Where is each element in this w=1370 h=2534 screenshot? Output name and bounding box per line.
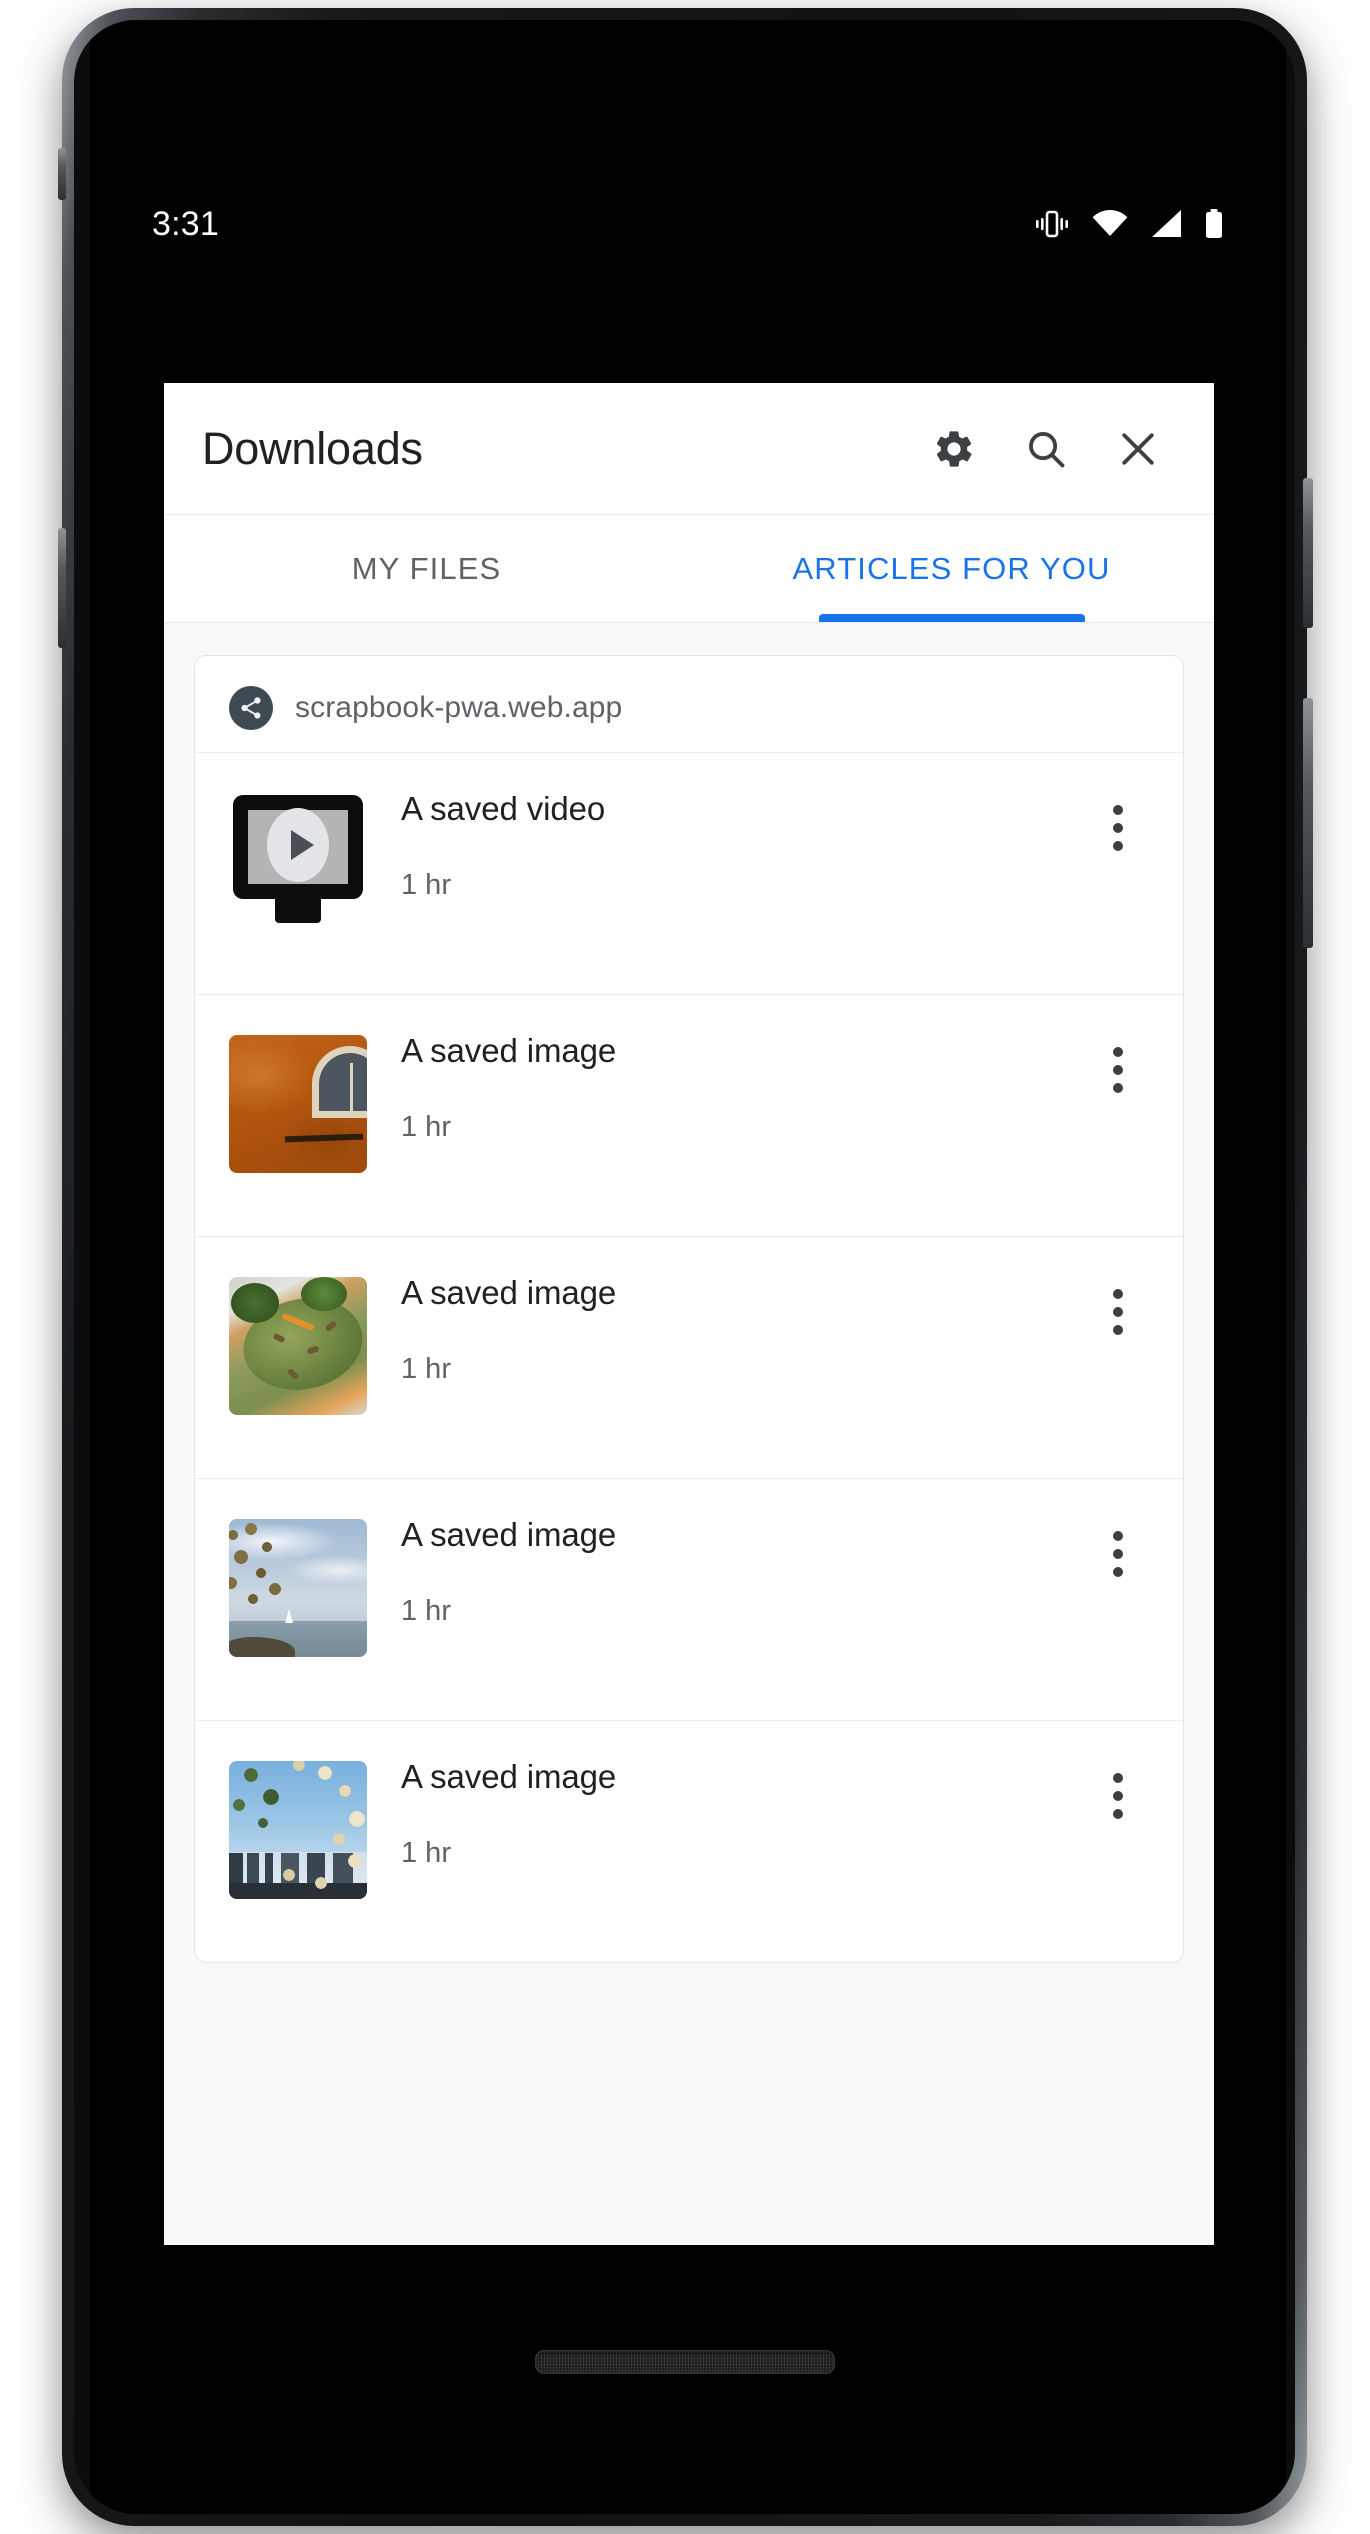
articles-list-scroll-area[interactable]: scrapbook-pwa.web.app A saved video 1 hr… bbox=[164, 623, 1214, 2245]
tab-articles-for-you-label: ARTICLES FOR YOU bbox=[792, 550, 1111, 586]
overflow-menu-icon[interactable] bbox=[1079, 1031, 1157, 1109]
volume-button[interactable] bbox=[1303, 698, 1313, 948]
list-item[interactable]: A saved image 1 hr bbox=[195, 1236, 1183, 1478]
tab-bar: MY FILES ARTICLES FOR YOU bbox=[164, 515, 1214, 623]
overflow-menu-icon[interactable] bbox=[1079, 1273, 1157, 1351]
share-icon bbox=[241, 697, 261, 719]
card-source-label: scrapbook-pwa.web.app bbox=[295, 691, 623, 724]
list-item-title: A saved image bbox=[401, 1758, 617, 1795]
list-item-time: 1 hr bbox=[401, 1837, 451, 1870]
status-bar-icons bbox=[1034, 209, 1224, 239]
list-item-title: A saved video bbox=[401, 790, 606, 827]
list-item-text: A saved image 1 hr bbox=[367, 1501, 1079, 1628]
list-item-title: A saved image bbox=[401, 1516, 617, 1553]
avatar bbox=[229, 686, 273, 730]
status-bar: 3:31 bbox=[152, 198, 1224, 250]
settings-button[interactable] bbox=[908, 403, 1000, 495]
article-card: scrapbook-pwa.web.app A saved video 1 hr… bbox=[194, 655, 1184, 1963]
wifi-icon bbox=[1092, 210, 1128, 236]
list-item[interactable]: A saved image 1 hr bbox=[195, 1478, 1183, 1720]
power-button[interactable] bbox=[1303, 478, 1313, 628]
vibrate-icon bbox=[1036, 210, 1068, 238]
overflow-menu-icon[interactable] bbox=[1079, 1515, 1157, 1593]
tab-my-files-label: MY FILES bbox=[351, 550, 502, 586]
overflow-menu-icon[interactable] bbox=[1079, 1757, 1157, 1835]
list-item-title: A saved image bbox=[401, 1274, 617, 1311]
list-item-time: 1 hr bbox=[401, 869, 451, 902]
close-icon bbox=[1122, 432, 1154, 465]
tab-my-files[interactable]: MY FILES bbox=[164, 515, 689, 622]
phone-device-frame: 3:31 Downloads MY FILES ARTICLES FOR YOU… bbox=[58, 8, 1313, 2526]
list-item-text: A saved image 1 hr bbox=[367, 1743, 1079, 1870]
list-item-title: A saved image bbox=[401, 1032, 617, 1069]
left-side-button-b[interactable] bbox=[58, 148, 66, 200]
status-bar-clock: 3:31 bbox=[152, 205, 219, 243]
close-button[interactable] bbox=[1092, 403, 1184, 495]
list-item-text: A saved image 1 hr bbox=[367, 1259, 1079, 1386]
list-item-text: A saved video 1 hr bbox=[367, 775, 1079, 902]
avocado-toast-photo bbox=[229, 1277, 367, 1415]
page-title: Downloads bbox=[202, 422, 423, 474]
app-bar: Downloads bbox=[164, 383, 1214, 515]
list-item[interactable]: A saved video 1 hr bbox=[195, 752, 1183, 994]
lake-shoreline-photo bbox=[229, 1519, 367, 1657]
left-side-button-a[interactable] bbox=[58, 528, 66, 648]
search-button[interactable] bbox=[1000, 403, 1092, 495]
list-item-time: 1 hr bbox=[401, 1595, 451, 1628]
card-source-header[interactable]: scrapbook-pwa.web.app bbox=[195, 656, 1183, 752]
list-item[interactable]: A saved image 1 hr bbox=[195, 1720, 1183, 1962]
list-item[interactable]: A saved image 1 hr bbox=[195, 994, 1183, 1236]
tab-articles-for-you[interactable]: ARTICLES FOR YOU bbox=[689, 515, 1214, 622]
bottom-speaker-grille bbox=[534, 2350, 835, 2374]
search-icon bbox=[1029, 431, 1065, 467]
list-item-text: A saved image 1 hr bbox=[367, 1017, 1079, 1144]
phone-bezel: 3:31 Downloads MY FILES ARTICLES FOR YOU… bbox=[74, 20, 1295, 2514]
list-item-time: 1 hr bbox=[401, 1353, 451, 1386]
phone-screen: 3:31 Downloads MY FILES ARTICLES FOR YOU… bbox=[90, 20, 1286, 2514]
battery-icon bbox=[1206, 209, 1222, 238]
orange-wall-photo bbox=[229, 1035, 367, 1173]
cellular-signal-icon bbox=[1152, 210, 1181, 237]
downloads-app-panel: Downloads MY FILES ARTICLES FOR YOU scra… bbox=[164, 383, 1214, 2245]
city-skyline-blossom-photo bbox=[229, 1761, 367, 1899]
overflow-menu-icon[interactable] bbox=[1079, 789, 1157, 867]
gear-icon bbox=[936, 430, 972, 467]
list-item-time: 1 hr bbox=[401, 1111, 451, 1144]
video-placeholder-icon bbox=[229, 793, 367, 931]
